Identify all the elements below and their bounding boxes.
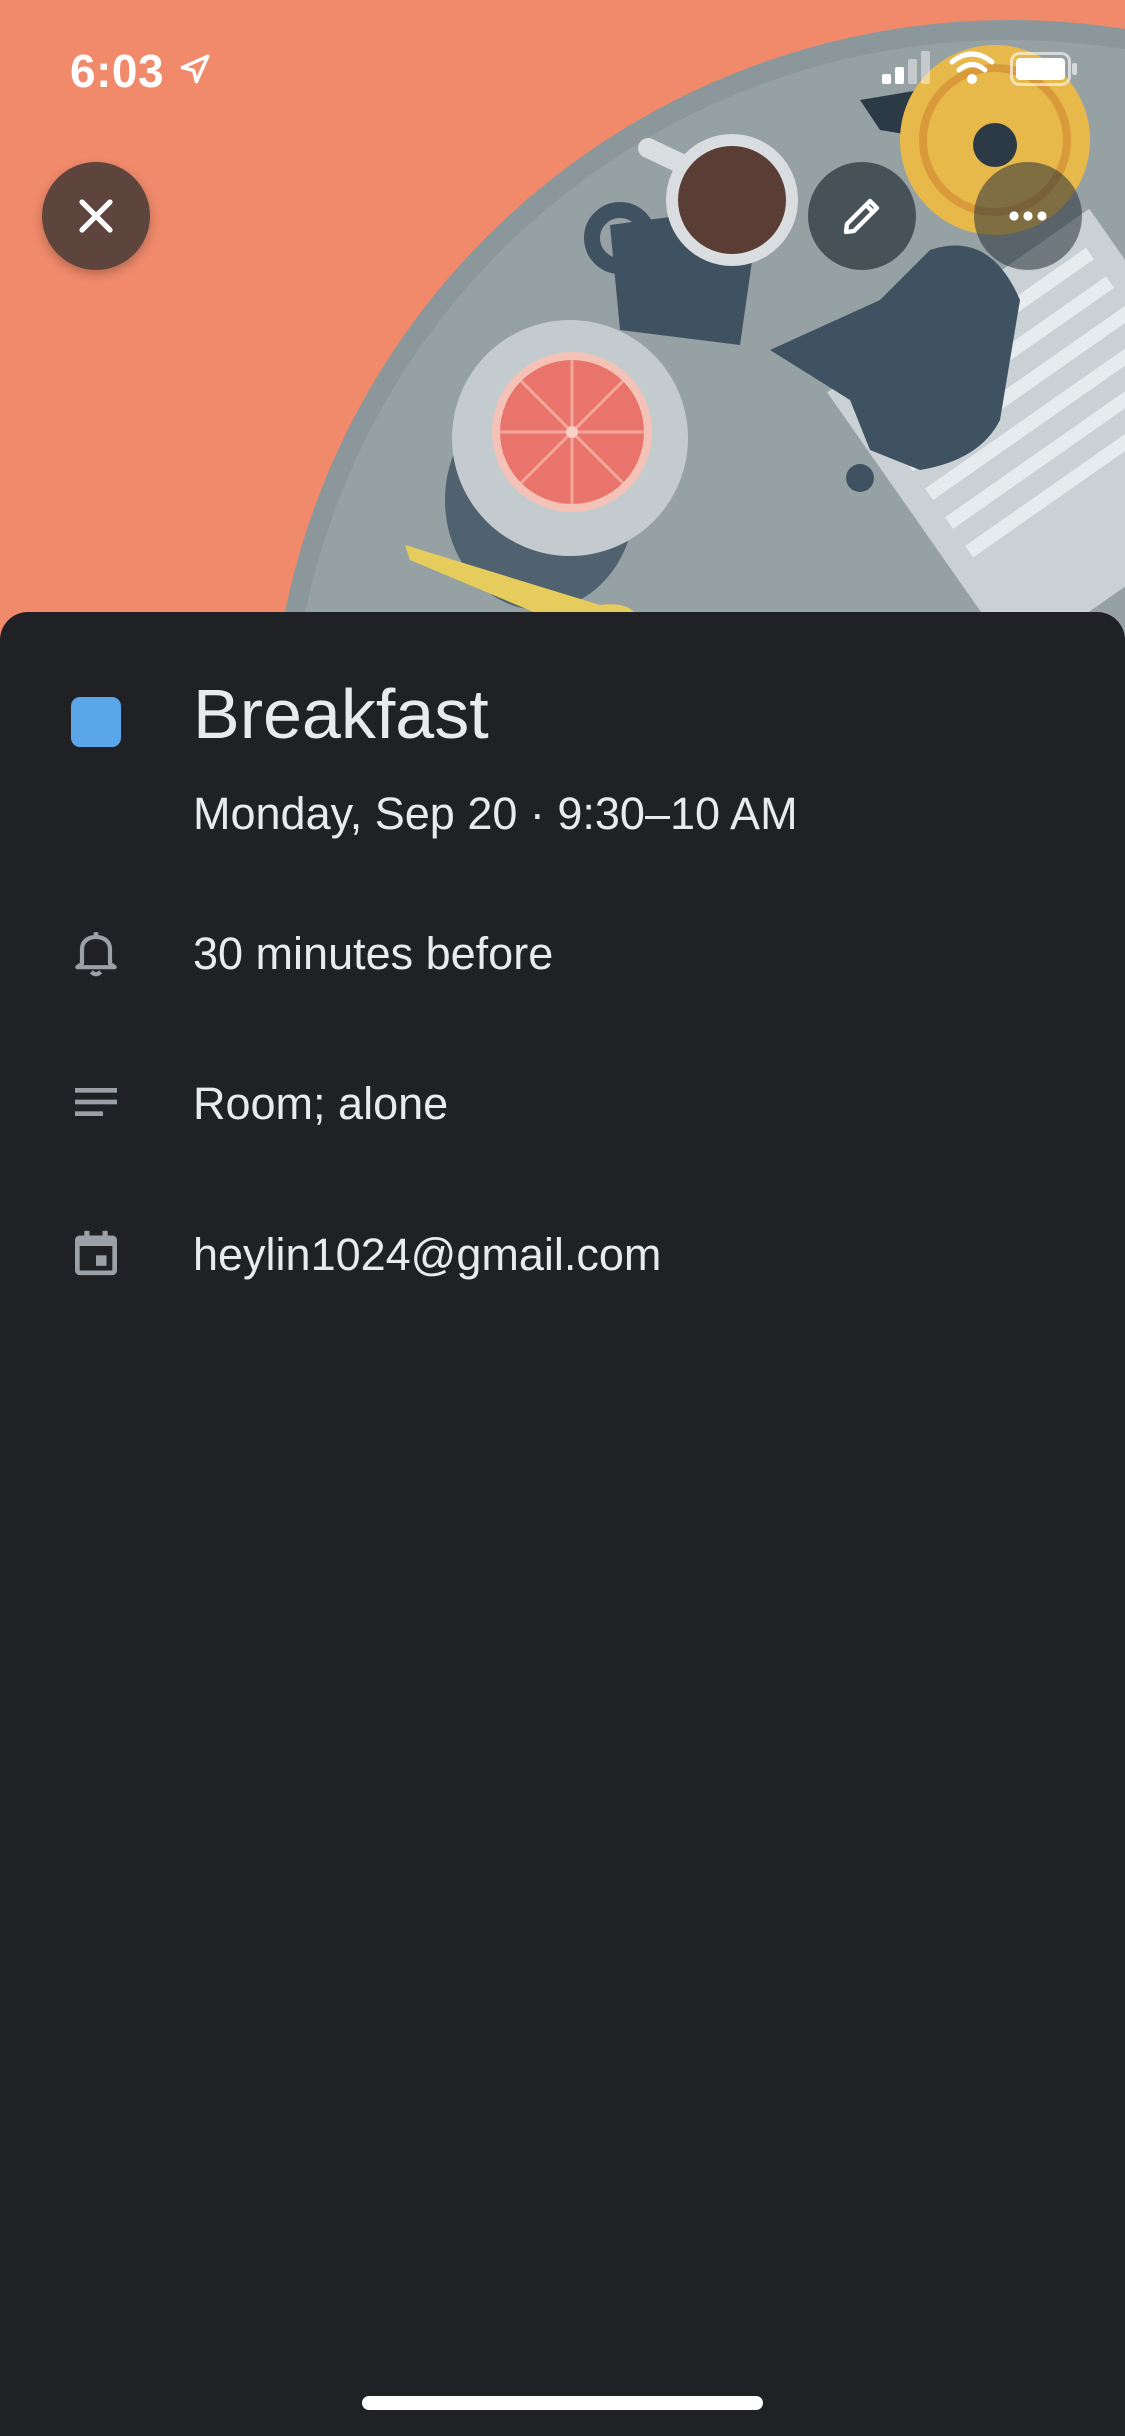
event-datetime: Monday, Sep 20 · 9:30–10 AM [193,788,798,839]
more-options-button[interactable] [974,162,1082,270]
more-horizontal-icon [1009,211,1047,221]
wifi-icon [949,51,995,84]
cellular-signal-icon [882,51,930,84]
edit-button[interactable] [808,162,916,270]
status-bar: 6:03 [0,0,1125,135]
calendar-icon [64,1221,128,1285]
description-text: Room; alone [193,1078,449,1129]
event-details-sheet: Breakfast Monday, Sep 20 · 9:30–10 AM 30… [0,612,1125,2436]
reminder-row: 30 minutes before [0,908,1125,998]
close-button[interactable] [42,162,150,270]
notes-icon [64,1070,128,1134]
event-detail-screen: 6:03 Breakfast Monday, Sep 20 · 9:30–10 … [0,0,1125,2436]
location-arrow-icon [180,54,210,84]
pencil-icon [843,198,880,235]
battery-icon [1010,52,1077,86]
calendar-account-text: heylin1024@gmail.com [193,1229,662,1280]
status-time: 6:03 [70,45,165,97]
bell-icon [64,920,128,984]
reminder-text: 30 minutes before [193,928,554,979]
close-icon [79,199,113,233]
event-color-swatch [71,697,121,747]
description-row: Room; alone [0,1058,1125,1148]
calendar-row: heylin1024@gmail.com [0,1209,1125,1299]
event-title: Breakfast [193,675,489,753]
home-indicator[interactable] [362,2396,763,2410]
